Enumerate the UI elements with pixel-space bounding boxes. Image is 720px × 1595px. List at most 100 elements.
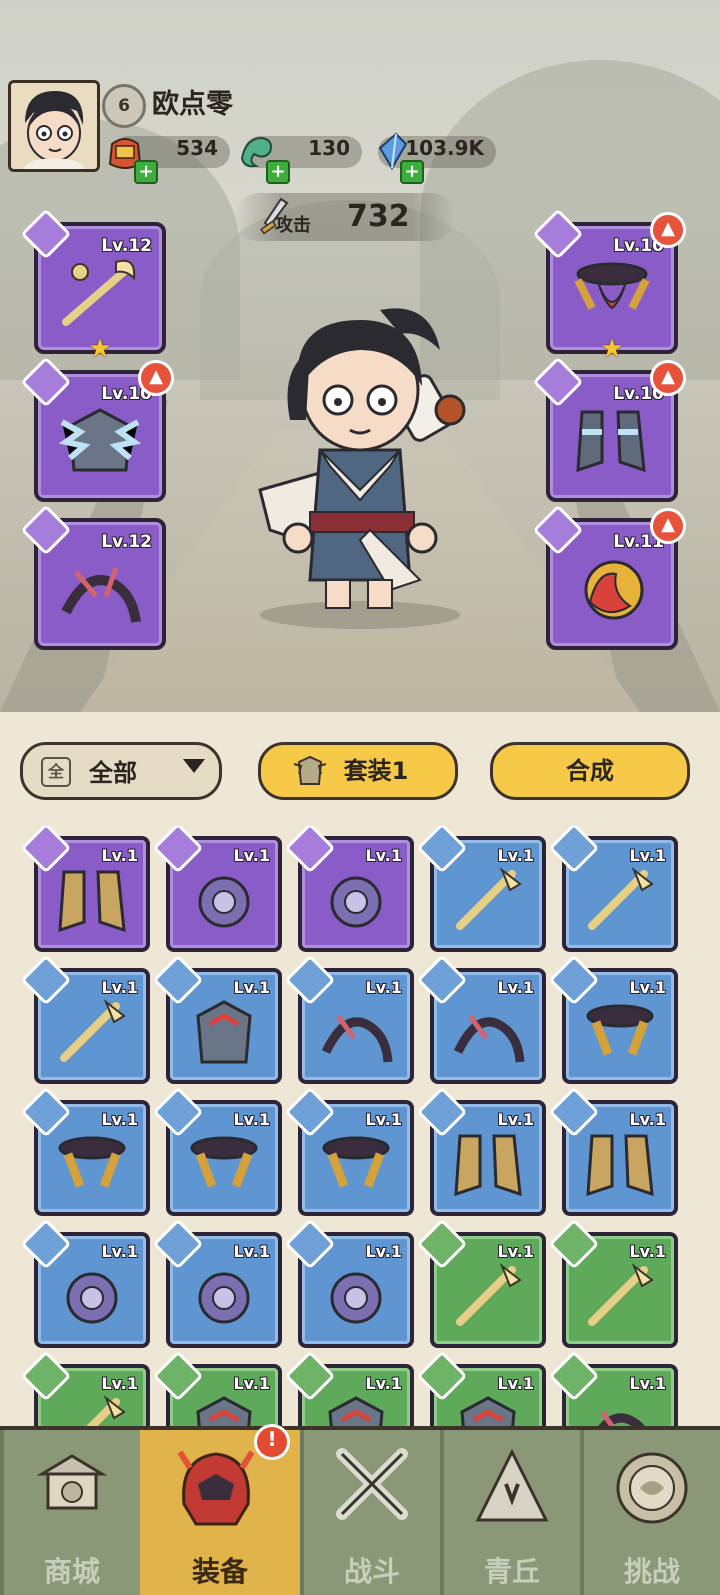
filter-label: 全部: [89, 759, 137, 787]
belt-item-icon: [58, 1136, 126, 1188]
inventory-item-bracer[interactable]: Lv.1: [284, 954, 414, 1084]
item-level: Lv.1: [101, 1242, 138, 1261]
add-gold-button[interactable]: +: [134, 160, 158, 184]
add-jade-button[interactable]: +: [266, 160, 290, 184]
armor-item-icon: [196, 1396, 252, 1426]
boots-item-icon: [58, 870, 126, 933]
hero-character[interactable]: [250, 290, 470, 630]
inventory-item-amulet[interactable]: Lv.1: [284, 1218, 414, 1348]
boots-item-icon: [454, 1134, 522, 1197]
nav-tab-equipment[interactable]: ! 装备: [140, 1424, 300, 1595]
upgrade-arrow-icon: ▲: [650, 508, 686, 544]
item-level: Lv.1: [497, 978, 534, 997]
inventory-item-armor[interactable]: Lv.1: [152, 954, 282, 1084]
equipped-bracer-slot[interactable]: Lv.12: [20, 504, 166, 650]
equipment-set-button[interactable]: 套装1: [258, 742, 458, 800]
player-avatar[interactable]: [8, 80, 100, 172]
nav-tab-qingqiu[interactable]: 青丘: [444, 1430, 580, 1595]
inventory-item-amulet[interactable]: Lv.1: [152, 826, 282, 952]
weapon-item-icon: [588, 866, 654, 930]
compose-button[interactable]: 合成: [490, 742, 690, 800]
attack-value: 732: [347, 199, 410, 234]
item-level: Lv.1: [233, 1242, 270, 1261]
ice-armor-icon: [58, 408, 142, 472]
upgrade-arrow-icon: ▲: [650, 360, 686, 396]
inventory-item-amulet[interactable]: Lv.1: [152, 1218, 282, 1348]
inventory-item-amulet[interactable]: Lv.1: [284, 826, 414, 952]
item-level: Lv.1: [365, 1242, 402, 1261]
belt-item-icon: [586, 1004, 654, 1056]
crimson-bracer-icon: [61, 567, 141, 623]
fire-belt-icon: [574, 262, 650, 310]
attack-label: 攻击: [275, 215, 311, 236]
nav-tab-battle[interactable]: 战斗: [304, 1430, 440, 1595]
inventory-item-bracer[interactable]: Lv.1: [548, 1350, 678, 1426]
item-level: Lv.1: [233, 846, 270, 865]
inventory-item-boots[interactable]: Lv.1: [416, 1086, 546, 1216]
add-crystal-button[interactable]: +: [400, 160, 424, 184]
character-scene: 6 欧点零 + 534 + 130 + 103.9K 攻击 732 Lv.12 …: [0, 0, 720, 712]
nav-tab-challenge[interactable]: 挑战: [584, 1430, 720, 1595]
inventory-item-weapon[interactable]: Lv.1: [20, 954, 150, 1084]
inventory-item-weapon[interactable]: Lv.1: [548, 1218, 678, 1348]
item-level: Lv.1: [497, 1110, 534, 1129]
equipment-helmet-icon: [177, 1450, 255, 1526]
boots-item-icon: [586, 1134, 654, 1197]
chevron-down-icon: [183, 759, 205, 773]
equipped-weapon-slot[interactable]: Lv.12 ★: [20, 208, 166, 364]
equipped-amulet-slot[interactable]: Lv.11 ▲: [532, 504, 686, 650]
armor-item-icon: [196, 1000, 252, 1064]
inventory-item-belt[interactable]: Lv.1: [152, 1086, 282, 1216]
armor-item-icon: [328, 1396, 384, 1426]
inventory-item-armor[interactable]: Lv.1: [416, 1350, 546, 1426]
slot-level: Lv.12: [101, 532, 152, 552]
compose-button-label: 合成: [566, 757, 614, 785]
inventory-item-armor[interactable]: Lv.1: [152, 1350, 282, 1426]
item-level: Lv.1: [497, 846, 534, 865]
amulet-item-icon: [66, 1272, 118, 1324]
item-level: Lv.1: [233, 1110, 270, 1129]
resource-jade: + 130: [240, 136, 362, 184]
inventory-item-weapon[interactable]: Lv.1: [20, 1350, 150, 1426]
inventory-item-armor[interactable]: Lv.1: [284, 1350, 414, 1426]
equipped-belt-slot[interactable]: Lv.10 ▲ ★: [532, 208, 686, 364]
belt-item-icon: [322, 1136, 390, 1188]
amulet-item-icon: [330, 876, 382, 928]
item-level: Lv.1: [365, 1374, 402, 1393]
resource-crystal: + 103.9K: [378, 132, 496, 184]
inventory-item-belt[interactable]: Lv.1: [20, 1086, 150, 1216]
nav-label: 战斗: [343, 1555, 400, 1588]
inventory-grid: Lv.1 Lv.1 Lv.1 Lv.1 Lv.1 Lv.1 Lv.1 Lv.1 Lv.1 Lv.1…: [0, 826, 720, 1426]
inventory-item-boots[interactable]: Lv.1: [548, 1086, 678, 1216]
inventory-item-weapon[interactable]: Lv.1: [416, 1218, 546, 1348]
inventory-item-weapon[interactable]: Lv.1: [416, 826, 546, 952]
item-level: Lv.1: [101, 1110, 138, 1129]
item-level: Lv.1: [233, 978, 270, 997]
upgrade-arrow-icon: ▲: [138, 360, 174, 396]
item-level: Lv.1: [629, 1110, 666, 1129]
inventory-item-boots[interactable]: Lv.1: [20, 826, 150, 952]
equipped-boots-slot[interactable]: Lv.10 ▲: [532, 356, 686, 502]
inventory-item-weapon[interactable]: Lv.1: [548, 826, 678, 952]
equipped-armor-slot[interactable]: Lv.10 ▲: [20, 356, 174, 502]
inventory-item-amulet[interactable]: Lv.1: [20, 1218, 150, 1348]
armor-set-icon: [293, 754, 327, 788]
amulet-item-icon: [330, 1272, 382, 1324]
item-level: Lv.1: [365, 978, 402, 997]
inventory-item-belt[interactable]: Lv.1: [284, 1086, 414, 1216]
inventory-item-bracer[interactable]: Lv.1: [416, 954, 546, 1084]
item-level: Lv.1: [101, 1374, 138, 1393]
inventory-item-belt[interactable]: Lv.1: [548, 954, 678, 1084]
crossed-swords-icon: [336, 1448, 408, 1520]
filter-all-icon: 全: [41, 757, 71, 787]
item-level: Lv.1: [365, 1110, 402, 1129]
filter-dropdown[interactable]: 全 全部: [20, 742, 222, 800]
jade-value: 130: [308, 136, 350, 160]
nav-tab-shop[interactable]: 商城: [4, 1430, 140, 1595]
item-level: Lv.1: [629, 846, 666, 865]
bracer-item-icon: [453, 1014, 525, 1063]
nav-label: 商城: [43, 1555, 100, 1588]
item-level: Lv.1: [497, 1242, 534, 1261]
golden-staff-icon: [62, 259, 136, 326]
bracer-type-icon: [20, 504, 72, 556]
